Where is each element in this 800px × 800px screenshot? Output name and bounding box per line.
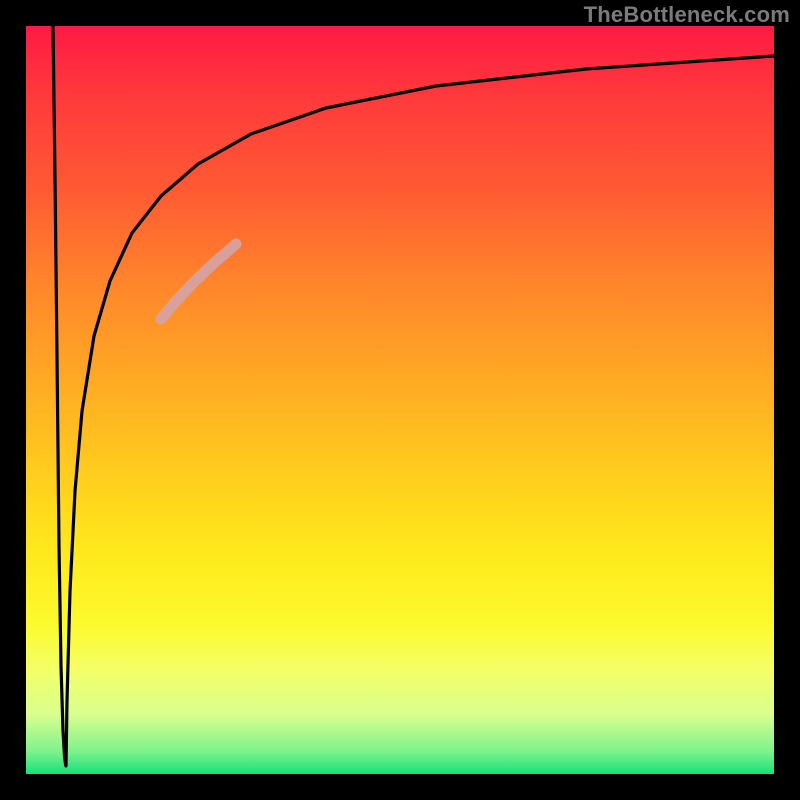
curve-highlight-segment bbox=[161, 244, 236, 319]
watermark-text: TheBottleneck.com bbox=[584, 2, 790, 28]
curve-main bbox=[53, 26, 774, 766]
bottleneck-curve bbox=[26, 26, 774, 774]
plot-area bbox=[26, 26, 774, 774]
chart-frame: TheBottleneck.com bbox=[0, 0, 800, 800]
